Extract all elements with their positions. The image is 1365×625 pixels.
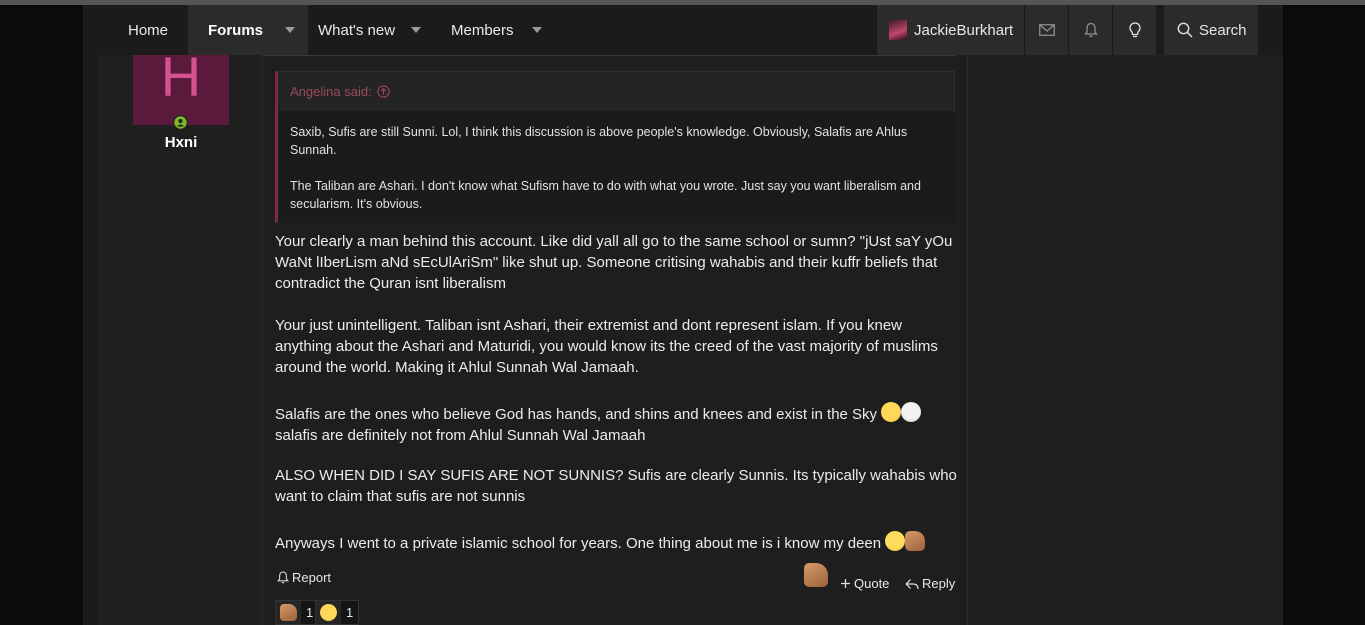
reaction-summary[interactable]: 1 [275,600,320,625]
search-icon [1177,22,1193,38]
top-navbar: Home Forums What's new Members JackieBur… [98,5,1283,55]
quote-paragraph: The Taliban are Ashari. I don't know wha… [290,179,921,211]
quote-button[interactable]: Quote [840,576,889,591]
reaction-count: 1 [341,601,359,624]
report-label: Report [292,570,332,585]
nav-forums-label: Forums [208,21,264,39]
style-toggle-button[interactable] [1113,5,1156,55]
bell-icon [1083,22,1098,38]
post-author[interactable]: Hxni [133,134,229,151]
post-paragraph: Anyways I went to a private islamic scho… [275,531,957,554]
quote-block: Angelina said: Saxib, Sufis are still Su… [275,71,955,223]
quote-label: Quote [854,576,890,591]
account-button[interactable]: JackieBurkhart [877,5,1024,55]
post-text: Anyways I went to a private islamic scho… [275,535,886,552]
quote-paragraph: Saxib, Sufis are still Sunni. Lol, I thi… [290,125,908,157]
post-paragraph: Your just unintelligent. Taliban isnt As… [275,317,938,376]
thumbs-up-emoji-icon [905,531,926,551]
avatar-letter: H [160,55,202,108]
rolling-laughing-emoji-icon [881,402,902,422]
post-text: salafis are definitely not from Ahlul Su… [275,427,646,444]
nav-members[interactable]: Members [451,5,542,55]
lightbulb-icon [1128,21,1141,37]
chevron-down-icon[interactable] [531,27,542,33]
thumbs-up-icon[interactable] [804,563,828,587]
divider [263,55,955,63]
hand-over-mouth-emoji-icon [885,531,906,551]
reply-arrow-icon [905,578,919,589]
post-text: Salafis are the ones who believe God has… [275,406,882,423]
chevron-down-icon[interactable] [285,27,296,33]
nav-home[interactable]: Home [128,5,168,55]
reaction-summary[interactable]: 1 [315,600,360,625]
thumbs-up-icon [280,604,297,621]
quote-content: Saxib, Sufis are still Sunni. Lol, I thi… [278,111,955,223]
post-paragraph: Salafis are the ones who believe God has… [275,402,957,446]
quote-author-label: Angelina said: [290,84,372,99]
quote-author[interactable]: Angelina said: [290,84,390,99]
arrow-up-circle-icon[interactable] [377,85,390,98]
search-label: Search [1199,21,1247,39]
plus-icon [841,579,850,588]
user-online-icon [174,116,187,129]
reply-label: Reply [922,576,956,591]
inbox-button[interactable] [1025,5,1068,55]
post-paragraph: Your clearly a man behind this account. … [275,233,953,292]
skull-emoji-icon [901,402,922,422]
nav-whats-new[interactable]: What's new [318,5,422,55]
post-paragraph: ALSO WHEN DID I SAY SUFIS ARE NOT SUNNIS… [275,467,957,505]
reply-button[interactable]: Reply [905,576,955,591]
nav-forums[interactable]: Forums [188,5,308,55]
laughing-face-icon [320,604,337,621]
nav-home-label: Home [128,21,169,39]
bell-icon [277,571,289,584]
avatar [889,20,907,40]
online-status-icon [173,115,188,130]
search-button[interactable]: Search [1164,5,1258,55]
account-username: JackieBurkhart [914,21,1014,39]
nav-whats-new-label: What's new [318,21,396,39]
alerts-button[interactable] [1069,5,1112,55]
nav-members-label: Members [451,21,514,39]
report-button[interactable]: Report [277,570,331,585]
envelope-icon [1038,24,1055,36]
chevron-down-icon[interactable] [411,27,422,33]
